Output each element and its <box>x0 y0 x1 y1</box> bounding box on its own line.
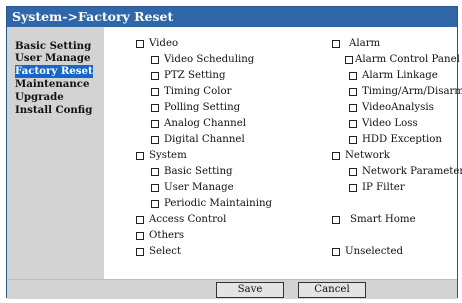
option-label: Alarm Control Panel <box>355 54 460 65</box>
option-network[interactable]: Network <box>332 149 390 163</box>
option-video-analysis[interactable]: VideoAnalysis <box>349 101 434 115</box>
options-panel: Video Video Scheduling PTZ Setting Timin… <box>104 27 462 279</box>
option-label: Access Control <box>149 214 227 225</box>
select-all-checkbox[interactable] <box>136 248 144 256</box>
digital-channel-checkbox[interactable] <box>151 136 159 144</box>
periodic-maintaining-checkbox[interactable] <box>151 200 159 208</box>
sidebar: Basic Setting User Manage Factory Reset … <box>7 27 104 279</box>
option-alarm-linkage[interactable]: Alarm Linkage <box>349 69 438 83</box>
option-alarm[interactable]: Alarm <box>332 37 380 51</box>
option-ptz-setting[interactable]: PTZ Setting <box>151 69 226 83</box>
video-checkbox[interactable] <box>136 40 144 48</box>
option-label: IP Filter <box>362 182 405 193</box>
option-label: VideoAnalysis <box>362 102 434 113</box>
system-checkbox[interactable] <box>136 152 144 160</box>
option-select-all[interactable]: Select <box>136 245 181 259</box>
option-label: Video Scheduling <box>164 54 255 65</box>
option-system[interactable]: System <box>136 149 187 163</box>
video-scheduling-checkbox[interactable] <box>151 56 159 64</box>
ptz-setting-checkbox[interactable] <box>151 72 159 80</box>
video-analysis-checkbox[interactable] <box>349 104 357 112</box>
option-timing-color[interactable]: Timing Color <box>151 85 231 99</box>
option-access-control[interactable]: Access Control <box>136 213 226 227</box>
option-network-parameter[interactable]: Network Parameter <box>349 165 462 179</box>
option-label: Video Loss <box>362 118 418 129</box>
option-smart-home[interactable]: Smart Home <box>332 213 416 227</box>
option-label: Polling Setting <box>164 102 241 113</box>
option-label: HDD Exception <box>362 134 442 145</box>
network-parameter-checkbox[interactable] <box>349 168 357 176</box>
timing-color-checkbox[interactable] <box>151 88 159 96</box>
analog-channel-checkbox[interactable] <box>151 120 159 128</box>
option-others[interactable]: Others <box>136 229 184 243</box>
system-basic-setting-checkbox[interactable] <box>151 168 159 176</box>
alarm-checkbox[interactable] <box>332 40 340 48</box>
save-button[interactable]: Save <box>216 282 284 298</box>
factory-reset-window: System->Factory Reset Basic Setting User… <box>6 6 462 299</box>
option-label: Unselected <box>345 246 404 257</box>
video-loss-checkbox[interactable] <box>349 120 357 128</box>
option-label: Alarm <box>349 38 381 49</box>
window-title: System->Factory Reset <box>7 7 457 27</box>
option-label: Smart Home <box>350 214 416 225</box>
option-label: Network <box>345 150 390 161</box>
alarm-control-panel-checkbox[interactable] <box>345 56 353 64</box>
option-periodic-maintaining[interactable]: Periodic Maintaining <box>151 197 272 211</box>
option-label: Timing Color <box>164 86 232 97</box>
option-label: PTZ Setting <box>164 70 226 81</box>
option-label: Basic Setting <box>164 166 233 177</box>
unselect-all-checkbox[interactable] <box>332 248 340 256</box>
access-control-checkbox[interactable] <box>136 216 144 224</box>
smart-home-checkbox[interactable] <box>332 216 340 224</box>
hdd-exception-checkbox[interactable] <box>349 136 357 144</box>
sidebar-item-factory-reset[interactable]: Factory Reset <box>15 65 93 78</box>
option-video-scheduling[interactable]: Video Scheduling <box>151 53 254 67</box>
option-hdd-exception[interactable]: HDD Exception <box>349 133 442 147</box>
network-checkbox[interactable] <box>332 152 340 160</box>
option-video[interactable]: Video <box>136 37 178 51</box>
alarm-linkage-checkbox[interactable] <box>349 72 357 80</box>
cancel-button[interactable]: Cancel <box>298 282 366 298</box>
option-digital-channel[interactable]: Digital Channel <box>151 133 245 147</box>
option-alarm-control-panel[interactable]: Alarm Control Panel <box>345 53 460 67</box>
option-system-basic-setting[interactable]: Basic Setting <box>151 165 233 179</box>
polling-setting-checkbox[interactable] <box>151 104 159 112</box>
system-user-manage-checkbox[interactable] <box>151 184 159 192</box>
others-checkbox[interactable] <box>136 232 144 240</box>
option-label: User Manage <box>164 182 234 193</box>
option-label: Periodic Maintaining <box>164 198 273 209</box>
ip-filter-checkbox[interactable] <box>349 184 357 192</box>
option-ip-filter[interactable]: IP Filter <box>349 181 405 195</box>
option-timing-arm-disarm[interactable]: Timing/Arm/Disarm <box>349 85 462 99</box>
option-label: Video <box>149 38 179 49</box>
option-unselect-all[interactable]: Unselected <box>332 245 403 259</box>
option-polling-setting[interactable]: Polling Setting <box>151 101 240 115</box>
option-video-loss[interactable]: Video Loss <box>349 117 418 131</box>
button-bar: Save Cancel <box>7 279 457 299</box>
option-label: Network Parameter <box>362 166 462 177</box>
sidebar-item-user-manage[interactable]: User Manage <box>15 52 95 65</box>
option-label: System <box>149 150 187 161</box>
option-label: Digital Channel <box>164 134 245 145</box>
option-label: Others <box>149 230 185 241</box>
option-label: Timing/Arm/Disarm <box>362 86 462 97</box>
sidebar-item-maintenance[interactable]: Maintenance <box>15 78 93 91</box>
sidebar-item-upgrade[interactable]: Upgrade <box>15 91 68 104</box>
option-label: Select <box>149 246 182 257</box>
option-analog-channel[interactable]: Analog Channel <box>151 117 246 131</box>
option-system-user-manage[interactable]: User Manage <box>151 181 234 195</box>
option-label: Analog Channel <box>164 118 246 129</box>
timing-arm-disarm-checkbox[interactable] <box>349 88 357 96</box>
option-label: Alarm Linkage <box>362 70 438 81</box>
sidebar-item-install-config[interactable]: Install Config <box>15 104 96 117</box>
